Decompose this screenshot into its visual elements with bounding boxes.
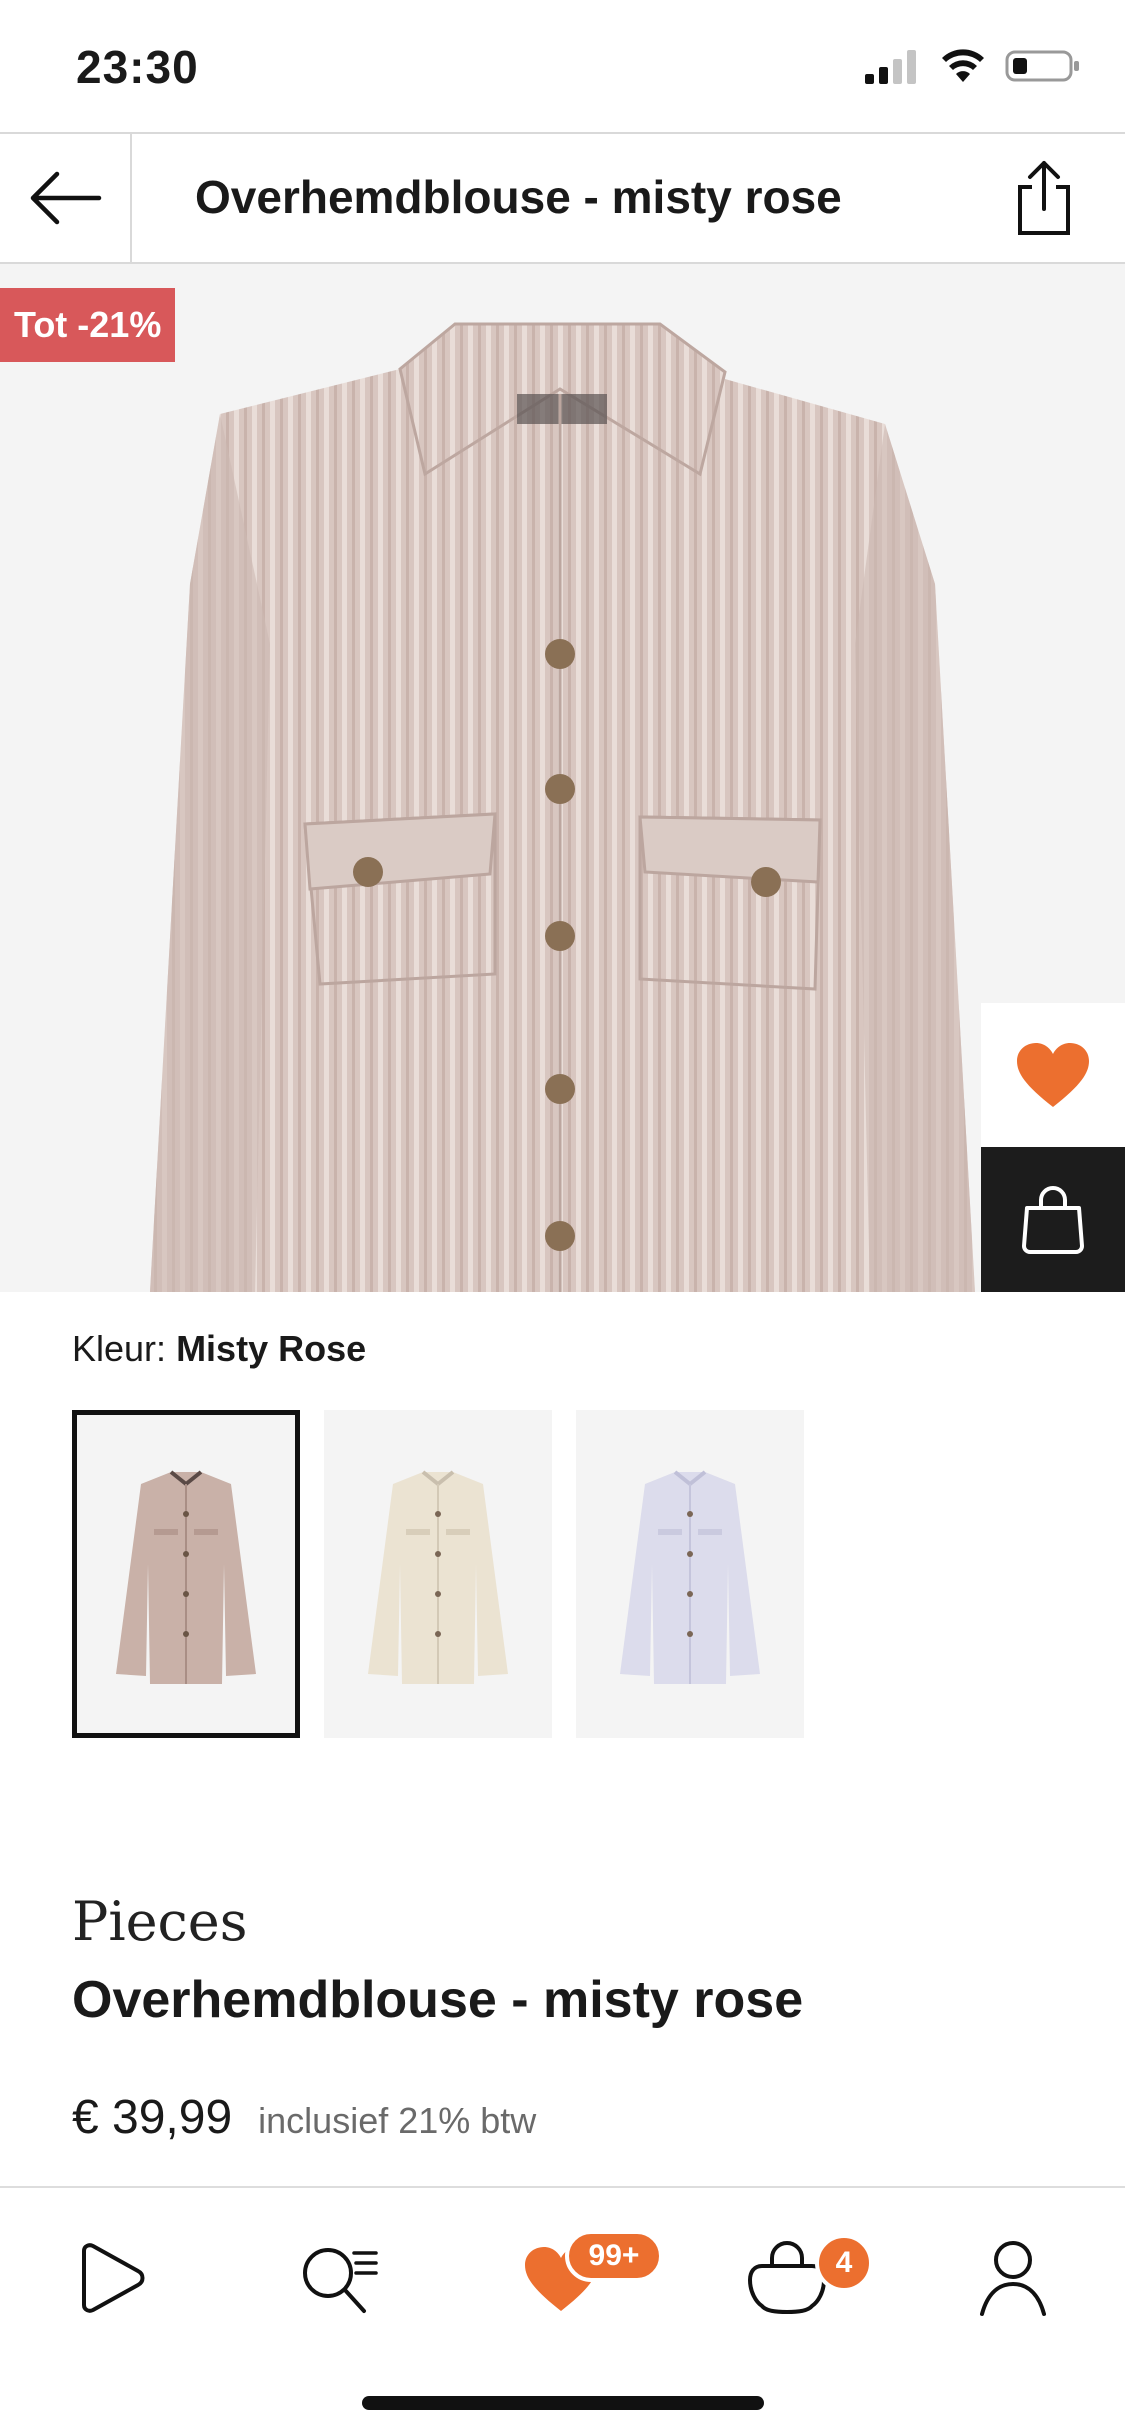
wishlist-button[interactable]: [981, 1003, 1125, 1147]
selected-colour: Misty Rose: [176, 1328, 367, 1369]
status-time: 23:30: [76, 41, 199, 93]
price-row: € 39,99 inclusief 21% btw: [72, 2090, 536, 2145]
user-icon: [980, 2241, 1046, 2316]
swatch-lavender[interactable]: [576, 1410, 804, 1738]
page-title: Overhemdblouse - misty rose: [195, 171, 842, 223]
share-icon: [1018, 161, 1070, 235]
brand-name[interactable]: Pieces: [72, 1890, 247, 1953]
blouse-thumbnail: [116, 1470, 256, 1684]
swatch-misty-rose[interactable]: [72, 1410, 300, 1738]
search-list-icon: [303, 2248, 378, 2313]
bag-count-badge: 4: [815, 2234, 873, 2292]
colour-label-text: Kleur:: [72, 1328, 167, 1369]
swatch-cream[interactable]: [324, 1410, 552, 1738]
colour-label: Kleur: Misty Rose: [72, 1328, 366, 1370]
blouse-photo: [150, 322, 975, 1292]
vat-note: inclusief 21% btw: [258, 2100, 537, 2141]
back-button[interactable]: [0, 134, 132, 262]
product-image[interactable]: Tot -21%: [0, 264, 1125, 1292]
tab-account[interactable]: [958, 2228, 1068, 2328]
wifi-icon: [942, 49, 984, 82]
product-name: Overhemdblouse - misty rose: [72, 1971, 804, 2029]
home-play-icon: [82, 2243, 145, 2313]
bag-icon: [748, 2241, 826, 2315]
price: € 39,99: [72, 2091, 233, 2144]
status-icons: [863, 48, 1081, 84]
home-indicator[interactable]: [362, 2396, 764, 2410]
discount-badge: Tot -21%: [0, 288, 176, 362]
blouse-thumbnail: [368, 1470, 508, 1684]
wishlist-count-badge: 99+: [565, 2230, 663, 2282]
tab-home[interactable]: [55, 2228, 165, 2328]
arrow-left-icon: [30, 171, 102, 225]
colour-swatches: [72, 1410, 804, 1738]
signal-icon: [865, 50, 916, 84]
product-header: Overhemdblouse - misty rose: [0, 132, 1125, 264]
heart-icon: [1017, 1043, 1089, 1107]
add-to-bag-button[interactable]: [981, 1147, 1125, 1292]
shopping-bag-icon: [1022, 1185, 1084, 1254]
battery-icon: [1005, 50, 1079, 82]
blouse-thumbnail: [620, 1470, 760, 1684]
status-bar: 23:30: [0, 0, 1125, 132]
tab-search[interactable]: [285, 2228, 395, 2328]
share-button[interactable]: [999, 152, 1089, 246]
